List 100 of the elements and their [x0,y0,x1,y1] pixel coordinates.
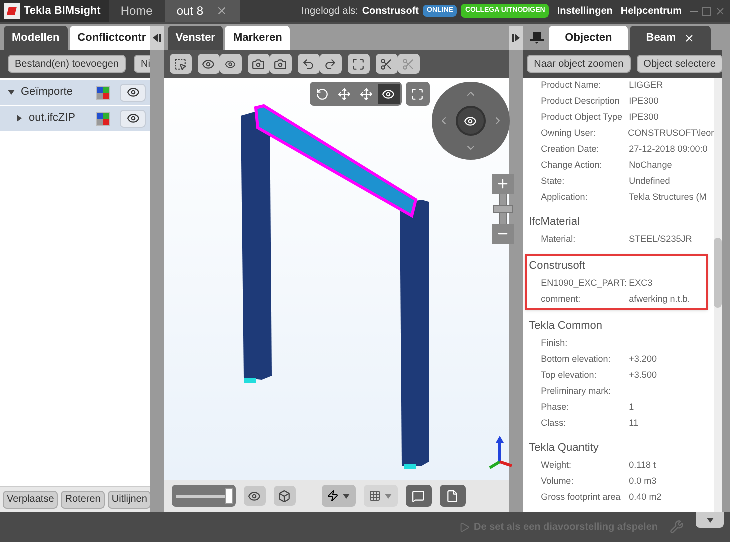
property-label: Gross footprint area [541,491,622,504]
move-icon [360,88,374,100]
fit-view-button[interactable] [348,54,370,74]
property-label: Phase: [541,401,570,414]
comment-button[interactable] [406,485,432,507]
tree-row[interactable]: Geïmporte [0,80,150,106]
toolbar-button[interactable]: Object selectere [636,55,722,73]
toolbar-button[interactable]: Ni [134,55,150,73]
cube-icon [278,490,292,502]
toolbar-button[interactable]: Naar object zoomen [527,55,631,73]
hide-others-button[interactable] [220,54,242,74]
zoom-slider-thumb[interactable] [492,205,513,213]
eye-icon [126,86,140,99]
visibility-button[interactable] [120,110,146,128]
panel-tab[interactable]: Markeren [225,26,290,50]
visibility-button[interactable] [244,486,266,506]
redo-button[interactable] [320,54,342,74]
collapse-left-button[interactable] [150,26,164,50]
base-plate [244,378,256,383]
snapshot-button[interactable] [248,54,270,74]
rotate-icon [316,88,330,100]
zoom-out-button[interactable] [492,224,514,244]
color-grid-icon[interactable] [96,86,110,100]
box-select-icon [174,58,188,70]
camera-button[interactable] [270,54,292,74]
grid-dropdown[interactable] [364,485,398,507]
property-value: IPE300 [629,95,659,108]
scrollbar[interactable] [714,78,722,512]
close-icon[interactable] [715,6,726,16]
eye-icon [248,490,262,502]
app-logo-icon [4,3,20,19]
property-value: 11 [629,417,639,430]
lightning-icon [327,490,340,502]
property-label: EN1090_EXC_PART: [541,277,628,290]
property-value: +3.500 [629,369,657,382]
toolbar-button[interactable]: Bestand(en) toevoegen [8,55,126,73]
panel-tab[interactable]: Modellen [4,26,68,50]
collapse-right-icon [512,34,520,42]
maximize-icon[interactable] [702,6,711,16]
document-tab[interactable]: out 8 [164,0,240,22]
color-grid-icon[interactable] [96,112,110,126]
panel-tab[interactable]: Conflictcontr [70,26,150,50]
clip-off-button[interactable] [398,54,420,74]
solid-view-button[interactable] [274,486,296,506]
caret-icon[interactable] [385,492,392,500]
caret-icon[interactable] [706,516,714,524]
document-button[interactable] [440,485,466,507]
toolbar-button[interactable]: Uitlijnen [108,490,152,508]
property-label: Application: [541,191,589,204]
hide-button[interactable] [198,54,220,74]
hat-icon[interactable] [529,32,546,44]
select-button[interactable] [170,54,192,74]
fullscreen-button[interactable] [406,82,430,106]
panel-toggle-button[interactable] [696,512,724,528]
navigation-mode-button[interactable] [378,84,400,104]
tree-row[interactable]: out.ifcZIP [0,106,150,132]
slider-thumb[interactable] [224,488,233,504]
property-value: Undefined [629,175,670,188]
user-name: Construsoft [362,4,419,18]
app-name: Tekla BIMsight [24,4,101,19]
property-value: STEEL/S235JR [629,233,692,246]
expanded-caret-icon[interactable] [8,89,15,96]
property-label: Product Object Type [541,111,624,124]
panel-tab[interactable]: Beam [630,26,712,50]
collapse-right-button[interactable] [509,26,524,50]
section-title: IfcMaterial [528,214,581,230]
scissors-icon [380,58,394,70]
caret-icon[interactable] [343,492,350,500]
section-title: Tekla Quantity [528,440,600,456]
collapse-left-icon [152,34,161,42]
eye-icon [225,58,236,70]
minimize-icon[interactable] [690,10,698,12]
toolbar-button[interactable]: Verplaatse [3,490,58,508]
eye-icon [464,114,478,128]
undo-button[interactable] [298,54,320,74]
property-label: Weight: [541,459,573,472]
header-link[interactable]: Instellingen [557,4,613,18]
property-label: Product Name: [541,79,602,92]
toolbar-button[interactable]: Roteren [61,490,105,508]
property-value: 27-12-2018 09:00:0 [629,143,708,156]
header-link[interactable]: Helpcentrum [620,4,682,18]
property-label: Volume: [541,475,575,488]
lightning-dropdown[interactable] [322,485,356,507]
close-icon[interactable] [216,5,228,17]
panel-tab[interactable]: Venster [168,26,224,50]
document-tab[interactable]: Home [108,0,165,22]
camera-icon [274,58,288,70]
orbit-button[interactable] [456,106,486,136]
close-icon [684,32,696,44]
property-value: afwerking n.t.b. [629,293,690,306]
property-value: +3.200 [629,353,657,366]
transparency-slider[interactable] [172,485,236,507]
zoom-in-button[interactable] [492,174,514,194]
scissors-icon [402,58,416,70]
panel-tab[interactable]: Objecten [549,26,628,50]
property-label: Preliminary mark: [541,385,612,398]
eye-icon [382,88,396,100]
collapsed-caret-icon[interactable] [16,115,23,122]
visibility-button[interactable] [120,84,146,102]
clip-button[interactable] [376,54,398,74]
